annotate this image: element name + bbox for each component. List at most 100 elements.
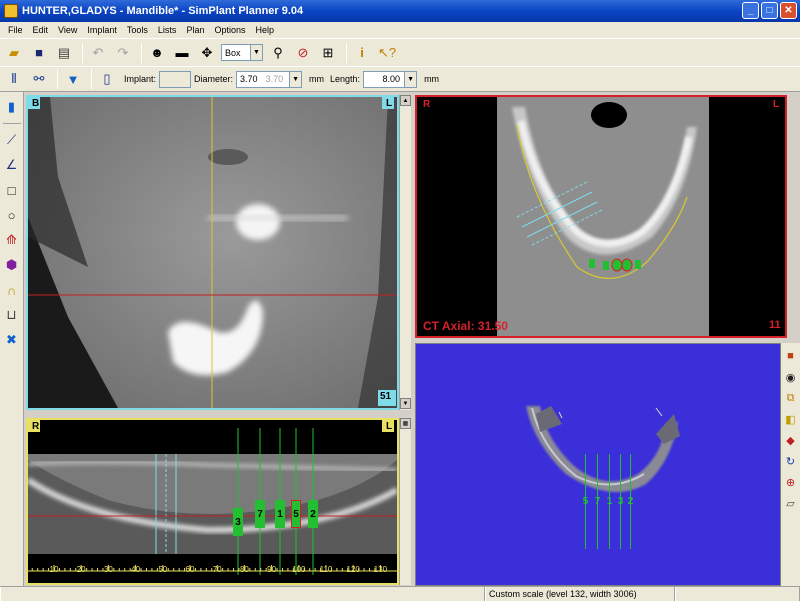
implant-marker[interactable]: 1: [275, 500, 285, 528]
toolbar-separator: [2, 123, 21, 124]
ellipse-tool-icon[interactable]: ○: [2, 204, 22, 226]
copy-icon[interactable]: ⧉: [783, 389, 799, 407]
move-icon[interactable]: ✥: [196, 42, 218, 64]
zoom-icon[interactable]: ⚲: [267, 42, 289, 64]
menu-help[interactable]: Help: [250, 25, 279, 35]
chevron-down-icon: ▼: [404, 71, 417, 87]
menu-implant[interactable]: Implant: [82, 25, 122, 35]
scroll-down-arrow-icon[interactable]: ▼: [400, 398, 411, 409]
menu-view[interactable]: View: [53, 25, 82, 35]
app-icon: [4, 4, 18, 18]
ruler-label: 50: [158, 565, 168, 574]
undo-icon[interactable]: ↶: [87, 42, 109, 64]
save-icon[interactable]: ■: [28, 42, 50, 64]
diameter-select[interactable]: 3.70 3.70 ▼: [236, 70, 303, 88]
implant-marker[interactable]: 5: [291, 500, 301, 528]
layout-icon[interactable]: ⊞: [317, 42, 339, 64]
open-folder-icon[interactable]: ▰: [3, 42, 25, 64]
axial-view[interactable]: R L CT Axial: 31.50 11: [415, 95, 787, 338]
cross-section-view[interactable]: B L 51: [26, 95, 399, 410]
status-scale: Custom scale (level 132, width 3006): [485, 587, 675, 601]
menu-file[interactable]: File: [3, 25, 28, 35]
status-cell-extra: [675, 587, 800, 601]
toolbar-separator: [57, 69, 58, 89]
main-toolbar: ▰ ■ ▤ ↶ ↷ ☻ ▬ ✥ Box ▼ ⚲ ⊘ ⊞ i ↖?: [0, 38, 800, 66]
grid-icon[interactable]: ▦: [400, 418, 411, 429]
rectangle-tool-icon[interactable]: □: [2, 179, 22, 201]
length-unit: mm: [424, 74, 440, 84]
toolbar-separator: [82, 42, 83, 63]
ruler-label: 110: [319, 565, 333, 574]
render-3d-image: [416, 344, 780, 585]
implant-marker[interactable]: 2: [308, 500, 318, 528]
menu-plan[interactable]: Plan: [181, 25, 209, 35]
scroll-up-arrow-icon[interactable]: ▲: [400, 95, 411, 106]
tooth-tool-icon[interactable]: ⊔: [2, 304, 22, 326]
orientation-label-left: R: [423, 99, 431, 110]
help-pointer-icon[interactable]: ↖?: [376, 42, 398, 64]
erase-icon[interactable]: ▱: [783, 494, 799, 512]
layers-icon[interactable]: ◧: [783, 410, 799, 428]
implant-tool-icon[interactable]: ▮: [2, 96, 22, 118]
implant-align-icon[interactable]: ⫴: [3, 68, 25, 90]
axial-image: [497, 97, 709, 336]
volume-tool-icon[interactable]: ⬢: [2, 254, 22, 276]
menu-lists[interactable]: Lists: [153, 25, 182, 35]
menu-options[interactable]: Options: [209, 25, 250, 35]
close-button[interactable]: ✕: [780, 2, 797, 19]
implant-marker-3d[interactable]: 5: [581, 494, 590, 508]
mode-select-value: Box: [225, 47, 241, 58]
contrast-icon[interactable]: ▬: [171, 42, 193, 64]
panoramic-image: [28, 420, 397, 583]
ruler-label: 100: [292, 565, 306, 574]
render-tools-toolbar: ■ ◉ ⧉ ◧ ◆ ↻ ⊕ ▱: [781, 343, 800, 586]
length-select[interactable]: 8.00 ▼: [363, 70, 418, 88]
maximize-button[interactable]: □: [761, 2, 778, 19]
ruler-label: 70: [212, 565, 222, 574]
render-3d-view[interactable]: 57132: [415, 343, 781, 586]
diameter-label: Diameter:: [194, 74, 234, 84]
angle-tool-icon[interactable]: ∠: [2, 154, 22, 176]
zoom-reset-icon[interactable]: ⊘: [292, 42, 314, 64]
orientation-label-left: B: [32, 98, 40, 109]
minimize-button[interactable]: _: [742, 2, 759, 19]
axial-title: CT Axial: 31.50: [423, 319, 508, 333]
ruler-label: 130: [373, 565, 388, 574]
info-icon[interactable]: i: [351, 42, 373, 64]
print-icon[interactable]: ▤: [53, 42, 75, 64]
color-cube-icon[interactable]: ◆: [783, 431, 799, 449]
ruler-label: 30: [103, 565, 113, 574]
cross-section-scrollbar[interactable]: ▲ ▼: [399, 95, 411, 410]
line-tool-icon[interactable]: ⟋: [2, 129, 22, 151]
mode-select[interactable]: Box ▼: [221, 44, 263, 61]
implant-marker-3d[interactable]: 1: [605, 494, 614, 508]
rotate-icon[interactable]: ↻: [783, 452, 799, 470]
implant-marker-3d[interactable]: 3: [616, 494, 625, 508]
implant-field[interactable]: [159, 70, 192, 88]
length-label: Length:: [330, 74, 361, 84]
filter-icon[interactable]: ▼: [62, 68, 84, 90]
implant-marker[interactable]: 3: [233, 508, 243, 536]
nerve-tool-icon[interactable]: ∩: [2, 279, 22, 301]
cube-color-icon[interactable]: ■: [783, 347, 799, 365]
status-bar: Custom scale (level 132, width 3006): [0, 586, 800, 601]
redo-icon[interactable]: ↷: [112, 42, 134, 64]
ruler-label: 80: [239, 565, 249, 574]
panoramic-view[interactable]: R L 37152 10 20 30 40 50 60 70 80 90 100 110 120 130: [26, 418, 399, 585]
menu-tools[interactable]: Tools: [122, 25, 153, 35]
clear-tools-icon[interactable]: ✖: [2, 329, 22, 351]
eye-icon[interactable]: ◉: [783, 368, 799, 386]
implant-marker-3d[interactable]: 7: [593, 494, 602, 508]
implant-library-icon[interactable]: ▯: [96, 68, 118, 90]
implant-marker-3d[interactable]: 2: [626, 494, 635, 508]
implant-link-icon[interactable]: ⚯: [28, 68, 50, 90]
menu-bar: File Edit View Implant Tools Lists Plan …: [0, 22, 800, 38]
implant-marker[interactable]: 7: [255, 500, 265, 528]
clip-icon[interactable]: ⊕: [783, 473, 799, 491]
title-bar: HUNTER,GLADYS - Mandible* - SimPlant Pla…: [0, 0, 800, 22]
density-profile-icon[interactable]: ⟰: [2, 229, 22, 251]
menu-edit[interactable]: Edit: [28, 25, 54, 35]
patient-face-icon[interactable]: ☻: [146, 42, 168, 64]
chevron-down-icon: ▼: [250, 45, 262, 60]
orientation-label-right: L: [386, 421, 393, 432]
